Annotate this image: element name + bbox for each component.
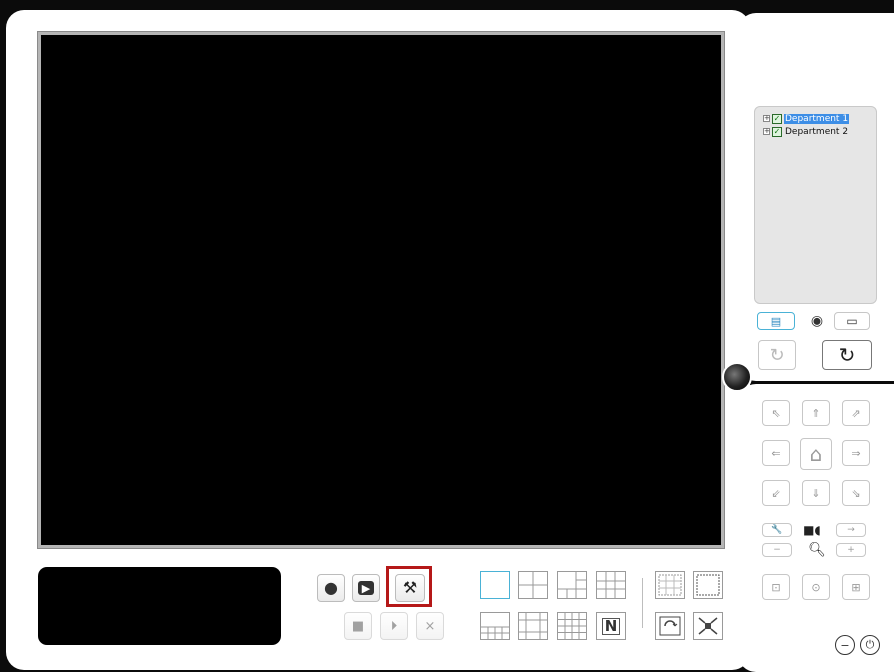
layout-13-button[interactable] [518,612,548,640]
arrow-down-left-icon: ⇙ [771,486,781,500]
tab-monitor[interactable]: ▭ [834,312,870,330]
close-button[interactable]: × [416,612,444,640]
record-icon: ● [324,578,338,597]
layout-10-button[interactable] [480,612,510,640]
preset-button-1[interactable]: ⊡ [762,574,790,600]
record-button[interactable]: ● [317,574,345,602]
close-icon: × [424,618,436,634]
grid-4-icon [519,572,547,598]
layout-16-button[interactable] [557,612,587,640]
zoom-indicator: 🔍︎ [806,541,828,559]
minimize-icon: − [840,638,850,652]
preset-3-icon: ⊞ [851,580,861,594]
tab-device-list[interactable]: ▤ [757,312,795,330]
tree-item-label: Department 1 [784,113,850,124]
expand-icon[interactable]: + [763,128,770,135]
fullscreen-icon [698,617,718,635]
camera-icon: ■◖ [803,523,821,537]
refresh-button[interactable]: ↻ [822,340,872,370]
arrow-up-icon: ⇑ [811,406,821,420]
minus-icon: − [773,545,781,555]
tab-view[interactable]: ◉ [802,312,832,330]
single-view-icon [481,572,509,598]
refresh-icon: ↻ [838,343,856,367]
frame-dotted-icon [696,574,720,596]
wrench-icon: 🔧 [771,525,783,535]
arrow-down-right-icon: ⇘ [851,486,861,500]
refresh-dim-button[interactable]: ↻ [758,340,796,370]
grid-6-icon [558,572,586,598]
ptz-up-button[interactable]: ⇑ [802,400,830,426]
layout-4-button[interactable] [518,571,548,599]
expand-icon[interactable]: + [763,115,770,122]
ptz-settings-button[interactable]: 🔧 [762,523,792,537]
layout-n-label: N [601,617,621,635]
ptz-up-left-button[interactable]: ⇖ [762,400,790,426]
ptz-down-right-button[interactable]: ⇘ [842,480,870,506]
grid-13-icon [519,613,547,639]
ptz-down-button[interactable]: ⇓ [802,480,830,506]
checkbox-icon[interactable]: ✓ [772,126,782,137]
layout-n-button[interactable]: N [596,612,626,640]
preset-button-3[interactable]: ⊞ [842,574,870,600]
ptz-right-button[interactable]: ⇒ [842,440,870,466]
monitor-icon: ▭ [846,314,858,328]
status-display [38,567,281,645]
layout-6-button[interactable] [557,571,587,599]
grid-9-icon [597,572,625,598]
arrow-up-right-icon: ⇗ [851,406,861,420]
layout-custom-a-button[interactable] [655,571,685,599]
ptz-down-left-button[interactable]: ⇙ [762,480,790,506]
grid-16-icon [558,613,586,639]
ptz-home-button[interactable]: ⌂ [800,438,832,470]
preset-button-2[interactable]: ⊙ [802,574,830,600]
arrow-right-icon: → [847,525,855,535]
minimize-button[interactable]: − [835,635,855,655]
stop-icon: ■ [351,618,365,634]
grid-10-icon [481,626,509,639]
device-list-icon: ▤ [770,314,782,328]
refresh-dim-icon: ↻ [769,344,785,366]
magnifier-icon: 🔍︎ [808,542,826,558]
arrow-up-left-icon: ⇖ [771,406,781,420]
ptz-left-button[interactable]: ⇐ [762,440,790,466]
tools-highlight-box [386,566,432,607]
zoom-in-button[interactable]: + [836,543,866,557]
playback-button[interactable]: ▶ [352,574,380,602]
tree-item-department-2[interactable]: + ✓ Department 2 [763,125,876,138]
video-viewport[interactable] [37,31,725,549]
tree-item-department-1[interactable]: + ✓ Department 1 [763,112,876,125]
step-icon: ⏵ [390,618,398,634]
ptz-camera-indicator: ■◖ [796,521,828,539]
sequence-button[interactable] [655,612,685,640]
rotate-view-icon [659,616,681,636]
device-tree[interactable]: + ✓ Department 1 + ✓ Department 2 [754,106,877,304]
arrow-left-icon: ⇐ [771,446,781,460]
preset-1-icon: ⊡ [771,580,781,594]
toolbar-separator [642,578,643,628]
play-icon: ▶ [358,581,374,595]
grid-dotted-icon [658,574,682,596]
power-button[interactable]: ⏻ [860,635,880,655]
ptz-joystick[interactable] [722,362,752,392]
step-button[interactable]: ⏵ [380,612,408,640]
arrow-down-icon: ⇓ [811,486,821,500]
layout-custom-b-button[interactable] [693,571,723,599]
power-icon: ⏻ [865,638,875,651]
arrow-home-icon: ⌂ [809,442,823,466]
ptz-arrow-right-button[interactable]: → [836,523,866,537]
layout-9-button[interactable] [596,571,626,599]
tree-item-label: Department 2 [785,126,849,137]
eye-icon: ◉ [810,313,824,329]
stop-button[interactable]: ■ [344,612,372,640]
preset-2-icon: ⊙ [811,580,821,594]
arrow-right-icon: ⇒ [851,446,861,460]
plus-icon: + [847,545,855,555]
checkbox-icon[interactable]: ✓ [772,113,782,124]
fullscreen-button[interactable] [693,612,723,640]
layout-1-button[interactable] [480,571,510,599]
zoom-out-button[interactable]: − [762,543,792,557]
ptz-up-right-button[interactable]: ⇗ [842,400,870,426]
